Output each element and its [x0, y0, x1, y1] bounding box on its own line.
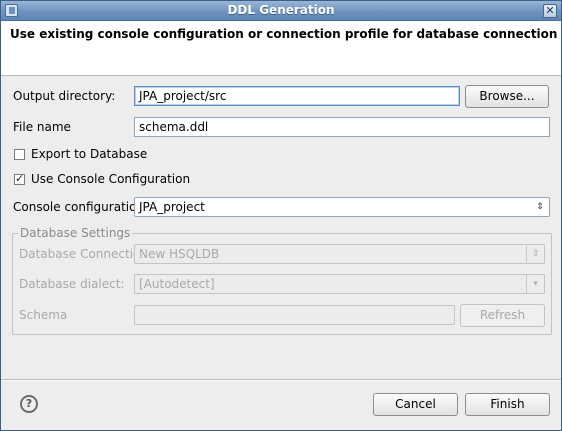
schema-input: [134, 305, 455, 325]
export-to-database-label: Export to Database: [31, 147, 148, 161]
finish-button[interactable]: Finish: [465, 393, 550, 416]
browse-button[interactable]: Browse...: [465, 85, 549, 108]
updown-arrow-icon: ⇕: [536, 202, 544, 212]
database-settings-legend: Database Settings: [18, 226, 133, 240]
file-name-input[interactable]: schema.ddl: [134, 117, 550, 137]
console-configuration-label: Console configuration:: [13, 200, 149, 214]
export-to-database-box[interactable]: [14, 148, 25, 160]
updown-arrow-icon: ⇕: [526, 245, 544, 263]
message-banner: Use existing console configuration or co…: [1, 21, 561, 76]
database-dialect-value: [Autodetect]: [139, 277, 215, 291]
chevron-down-icon: ▾: [526, 275, 544, 293]
database-dialect-label: Database dialect:: [19, 277, 125, 291]
footer-separator: [1, 379, 561, 381]
refresh-button: Refresh: [460, 304, 545, 327]
use-console-configuration-label: Use Console Configuration: [31, 172, 191, 186]
database-connection-label: Database Connection: [19, 247, 148, 261]
output-directory-input[interactable]: JPA_project/src: [134, 86, 460, 106]
database-settings-group: Database Settings Database Connection Ne…: [12, 226, 552, 335]
console-configuration-select[interactable]: JPA_project ⇕: [134, 197, 550, 217]
database-dialect-select: [Autodetect] ▾: [134, 274, 545, 294]
file-name-label: File name: [13, 120, 71, 134]
export-to-database-checkbox[interactable]: Export to Database: [14, 146, 147, 162]
output-directory-label: Output directory:: [13, 89, 116, 103]
ddl-generation-dialog: DDL Generation ✕ Use existing console co…: [0, 0, 562, 431]
schema-label: Schema: [19, 308, 68, 322]
database-connection-value: New HSQLDB: [139, 247, 220, 261]
console-configuration-value: JPA_project: [139, 200, 205, 214]
help-icon[interactable]: ?: [20, 395, 38, 413]
banner-message: Use existing console configuration or co…: [10, 27, 558, 41]
use-console-configuration-checkbox[interactable]: Use Console Configuration: [14, 171, 190, 187]
window-title: DDL Generation: [227, 3, 335, 17]
close-icon[interactable]: ✕: [543, 4, 557, 18]
cancel-button[interactable]: Cancel: [373, 393, 458, 416]
title-bar[interactable]: DDL Generation ✕: [1, 1, 561, 21]
use-console-configuration-box[interactable]: [14, 172, 25, 185]
database-connection-select: New HSQLDB ⇕: [134, 244, 545, 264]
